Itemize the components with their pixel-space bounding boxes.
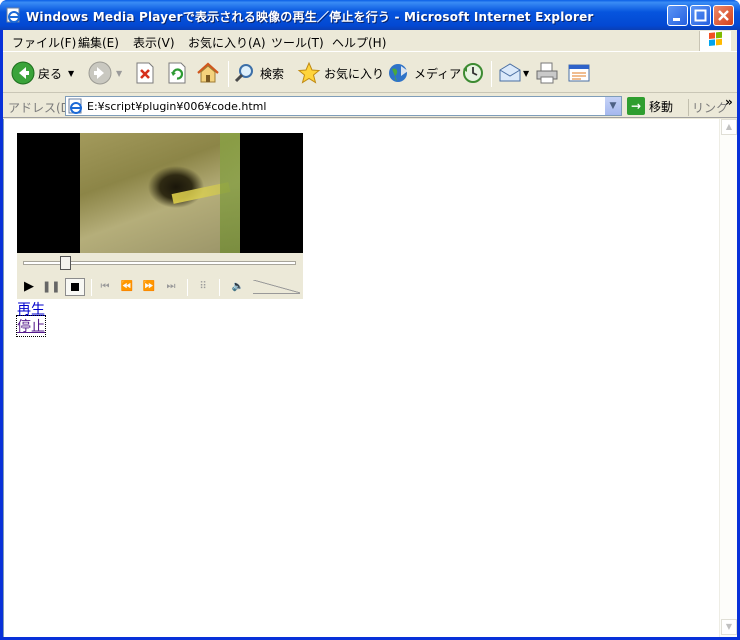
maximize-icon [694,9,707,22]
mail-dropdown-icon[interactable]: ▼ [523,69,529,78]
next-icon[interactable]: ⏭ [163,279,179,295]
forward-arrow-icon [88,61,112,85]
windows-logo [699,31,731,51]
favorites-button[interactable]: お気に入り [297,59,384,87]
forward-button[interactable]: ▼ [88,59,122,87]
stop-page-icon [136,62,154,84]
go-label: 移動 [649,99,674,114]
star-icon [297,61,321,84]
controls-separator [91,279,92,296]
ie-page-icon [68,98,82,114]
search-label: 検索 [260,66,285,81]
menu-bar: ファイル(F) 編集(E) 表示(V) お気に入り(A) ツール(T) ヘルプ(… [3,30,737,52]
controls-separator [187,279,188,296]
media-globe-icon [389,64,408,82]
video-edge [220,133,240,253]
stop-button[interactable] [133,59,157,87]
search-magnifier-icon [234,64,253,83]
forward-dropdown-icon[interactable]: ▼ [116,69,122,78]
mail-envelope-icon [499,63,521,82]
home-button[interactable] [196,59,220,87]
seek-thumb[interactable] [60,256,71,270]
stop-icon[interactable] [65,278,85,296]
home-icon [197,62,219,83]
menu-file[interactable]: ファイル(F) [12,34,76,51]
history-clock-icon [463,63,483,83]
page-content: ▶ ❚❚ ⏮ ⏪ ⏩ ⏭ ⠿ 🔈 再生 停止 [3,119,719,637]
menu-grid-icon[interactable]: ⠿ [195,279,211,295]
favorites-label: お気に入り [324,66,385,81]
scroll-up-button[interactable]: ▲ [721,119,737,135]
minimize-icon [673,18,680,21]
go-button[interactable]: → 移動 [627,96,673,116]
refresh-button[interactable] [165,59,189,87]
fast-forward-icon[interactable]: ⏩ [141,279,157,295]
back-label: 戻る [38,66,63,81]
browser-window: Windows Media Playerで表示される映像の再生／停止を行う - … [0,0,740,640]
go-arrow-icon: → [627,97,645,115]
toolbar-separator [491,61,492,87]
close-button[interactable] [713,5,734,26]
standard-toolbar: 戻る ▼ ▼ 検索 お気に入り メディア ▼ [3,53,737,93]
rewind-icon[interactable]: ⏪ [119,279,135,295]
play-icon[interactable]: ▶ [21,279,37,295]
seek-bar[interactable] [23,256,296,270]
toolbar-overflow-icon[interactable]: » [725,95,733,109]
ie-page-icon [6,7,20,23]
toolbar-separator [228,61,229,87]
back-dropdown-icon[interactable]: ▼ [68,69,74,78]
print-button[interactable] [535,59,559,87]
links-button[interactable]: リンク [688,99,728,116]
address-url: E:¥script¥plugin¥006¥code.html [87,100,267,113]
back-button[interactable]: 戻る ▼ [11,59,74,87]
video-area[interactable] [17,133,303,253]
edit-page-icon [568,64,590,82]
history-button[interactable] [461,59,485,87]
chevron-down-icon: ▼ [725,622,733,631]
address-bar: アドレス(D) E:¥script¥plugin¥006¥code.html ▼… [3,94,737,118]
address-dropdown-button[interactable]: ▼ [604,97,621,115]
title-bar[interactable]: Windows Media Playerで表示される映像の再生／停止を行う - … [0,0,740,30]
menu-view[interactable]: 表示(V) [133,34,175,51]
media-player[interactable]: ▶ ❚❚ ⏮ ⏪ ⏩ ⏭ ⠿ 🔈 [17,133,303,299]
refresh-icon [168,62,186,84]
stop-square-icon [71,283,79,291]
scroll-down-button[interactable]: ▼ [721,619,737,635]
back-arrow-icon [11,61,35,85]
windows-flag-icon [709,31,722,47]
stop-link[interactable]: 停止 [16,315,46,337]
menu-edit[interactable]: 編集(E) [78,34,119,51]
vertical-scrollbar[interactable]: ▲ ▼ [719,119,737,637]
edit-button[interactable] [567,59,591,87]
client-area: ファイル(F) 編集(E) 表示(V) お気に入り(A) ツール(T) ヘルプ(… [3,30,737,637]
player-controls: ▶ ❚❚ ⏮ ⏪ ⏩ ⏭ ⠿ 🔈 [17,277,303,297]
media-button[interactable]: メディア [387,59,461,87]
mail-button[interactable]: ▼ [498,59,529,87]
menu-help[interactable]: ヘルプ(H) [332,34,386,51]
media-label: メディア [414,66,462,81]
menu-favorites[interactable]: お気に入り(A) [188,34,266,51]
menu-tools[interactable]: ツール(T) [271,34,324,51]
address-input[interactable]: E:¥script¥plugin¥006¥code.html ▼ [65,96,622,116]
speaker-icon[interactable]: 🔈 [229,279,247,295]
window-title: Windows Media Playerで表示される映像の再生／停止を行う - … [26,10,594,24]
pause-icon[interactable]: ❚❚ [42,279,60,295]
volume-slider[interactable] [253,280,300,294]
printer-icon [536,62,558,84]
chevron-up-icon: ▲ [725,122,733,131]
video-frame [80,133,240,253]
maximize-button[interactable] [690,5,711,26]
search-button[interactable]: 検索 [233,59,284,87]
previous-icon[interactable]: ⏮ [97,279,113,295]
controls-separator [219,279,220,296]
minimize-button[interactable] [667,5,688,26]
chevron-down-icon: ▼ [609,101,617,111]
close-icon [718,10,729,21]
